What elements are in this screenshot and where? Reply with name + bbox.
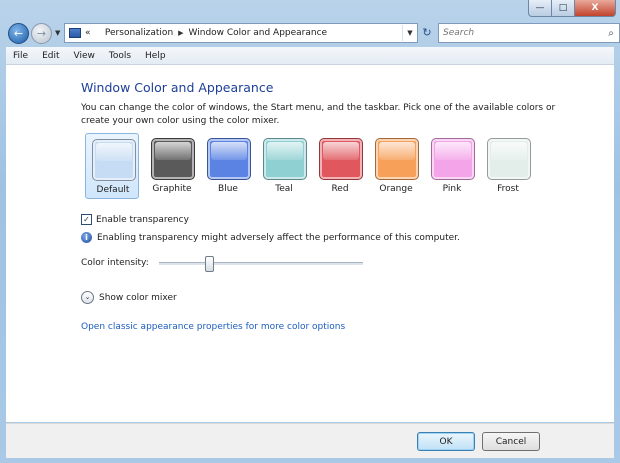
breadcrumb-overflow[interactable]: « — [85, 28, 91, 38]
swatch-label: Frost — [497, 184, 519, 194]
swatch-frost[interactable]: Frost — [481, 133, 535, 199]
menu-view[interactable]: View — [67, 51, 102, 61]
cancel-button[interactable]: Cancel — [482, 432, 540, 451]
enable-transparency-option[interactable]: ✓ Enable transparency — [81, 214, 189, 225]
dialog-footer: OK Cancel — [6, 423, 614, 458]
menu-bar: File Edit View Tools Help — [6, 47, 614, 65]
color-intensity-label: Color intensity: — [81, 258, 149, 268]
search-box[interactable]: ⌕ — [438, 23, 620, 43]
chevron-down-icon: ▼ — [55, 29, 61, 37]
slider-thumb[interactable] — [204, 256, 214, 272]
minimize-button[interactable]: — — [528, 0, 552, 17]
swatch-teal[interactable]: Teal — [257, 133, 311, 199]
color-swatch-list: Default Graphite Blue Teal Red Orange Pi… — [85, 133, 545, 199]
menu-help[interactable]: Help — [138, 51, 173, 61]
navigation-bar: ← → ▼ « ▶ Personalization ▶ Window Color… — [6, 22, 620, 44]
color-tile — [375, 138, 419, 180]
swatch-label: Default — [96, 185, 130, 195]
color-tile — [319, 138, 363, 180]
breadcrumb-separator-icon[interactable]: ▶ — [178, 29, 183, 37]
search-icon[interactable]: ⌕ — [603, 28, 619, 39]
color-intensity-slider[interactable] — [159, 255, 363, 272]
color-tile — [431, 138, 475, 180]
menu-tools[interactable]: Tools — [102, 51, 138, 61]
slider-track[interactable] — [159, 262, 363, 265]
show-color-mixer-label[interactable]: Show color mixer — [99, 293, 177, 303]
menu-edit[interactable]: Edit — [35, 51, 66, 61]
page-title: Window Color and Appearance — [81, 80, 274, 95]
enable-transparency-label[interactable]: Enable transparency — [96, 215, 189, 225]
chevron-down-icon: ▼ — [407, 29, 413, 37]
forward-arrow-icon: → — [36, 27, 47, 40]
chevron-down-circle-icon[interactable]: ⌄ — [81, 291, 94, 304]
recent-pages-dropdown[interactable]: ▼ — [55, 29, 62, 37]
swatch-default[interactable]: Default — [85, 133, 139, 199]
color-tile — [207, 138, 251, 180]
search-input[interactable] — [439, 27, 603, 39]
swatch-pink[interactable]: Pink — [425, 133, 479, 199]
swatch-red[interactable]: Red — [313, 133, 367, 199]
color-tile — [92, 139, 136, 181]
window-frame: — □ X ← → ▼ « ▶ Personalization ▶ Window… — [0, 0, 620, 463]
swatch-graphite[interactable]: Graphite — [145, 133, 199, 199]
address-dropdown-button[interactable]: ▼ — [402, 25, 417, 41]
content-area: Window Color and Appearance You can chan… — [6, 65, 614, 422]
refresh-icon: ↻ — [422, 25, 432, 39]
maximize-button[interactable]: □ — [552, 0, 575, 17]
back-button[interactable]: ← — [8, 23, 29, 44]
classic-appearance-link[interactable]: Open classic appearance properties for m… — [81, 322, 345, 332]
show-color-mixer-toggle[interactable]: ⌄ Show color mixer — [81, 291, 177, 304]
swatch-orange[interactable]: Orange — [369, 133, 423, 199]
transparency-info: i Enabling transparency might adversely … — [81, 232, 460, 243]
checkmark-icon: ✓ — [83, 215, 90, 224]
transparency-info-text: Enabling transparency might adversely af… — [97, 232, 460, 243]
forward-button[interactable]: → — [31, 23, 52, 44]
breadcrumb-current-page[interactable]: Window Color and Appearance — [189, 28, 328, 38]
color-tile — [151, 138, 195, 180]
page-description: You can change the color of windows, the… — [81, 103, 556, 126]
breadcrumb-personalization[interactable]: Personalization — [105, 28, 173, 38]
enable-transparency-checkbox[interactable]: ✓ — [81, 214, 92, 225]
color-tile — [263, 138, 307, 180]
address-bar[interactable]: « ▶ Personalization ▶ Window Color and A… — [64, 23, 418, 43]
info-icon: i — [81, 232, 92, 243]
ok-button[interactable]: OK — [417, 432, 475, 451]
close-button[interactable]: X — [575, 0, 616, 17]
back-arrow-icon: ← — [13, 27, 24, 40]
swatch-blue[interactable]: Blue — [201, 133, 255, 199]
caption-buttons: — □ X — [528, 0, 616, 17]
menu-file[interactable]: File — [6, 51, 35, 61]
refresh-button[interactable]: ↻ — [418, 23, 436, 41]
control-panel-icon — [69, 28, 81, 38]
color-tile — [487, 138, 531, 180]
